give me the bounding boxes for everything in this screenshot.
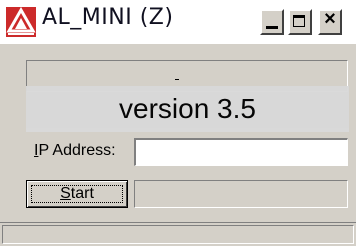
window-title: AL_MINI (Z) xyxy=(42,5,174,30)
al-logo-icon xyxy=(6,7,36,37)
ip-label-rest: P Address: xyxy=(38,142,116,159)
ip-address-label: IP Address: xyxy=(34,142,116,160)
minimize-icon xyxy=(266,26,278,29)
status-field xyxy=(134,180,348,208)
start-button[interactable]: Start xyxy=(26,180,128,208)
title-bar[interactable]: AL_MINI (Z) × xyxy=(0,0,356,44)
minimize-button[interactable] xyxy=(260,9,284,35)
close-icon: × xyxy=(324,8,336,30)
ip-address-input[interactable] xyxy=(134,138,348,166)
info-panel-text xyxy=(175,79,179,80)
start-button-label: Start xyxy=(27,185,127,203)
close-button[interactable]: × xyxy=(318,8,342,35)
maximize-button[interactable] xyxy=(288,9,312,35)
version-banner: version 3.5 xyxy=(26,86,349,132)
status-bar xyxy=(0,222,356,246)
app-window: AL_MINI (Z) × version 3.5 IP Address: St… xyxy=(0,0,356,246)
start-accel: S xyxy=(60,185,71,202)
start-label-rest: tart xyxy=(70,185,94,202)
maximize-icon xyxy=(293,15,305,27)
status-bar-panel xyxy=(2,225,354,244)
